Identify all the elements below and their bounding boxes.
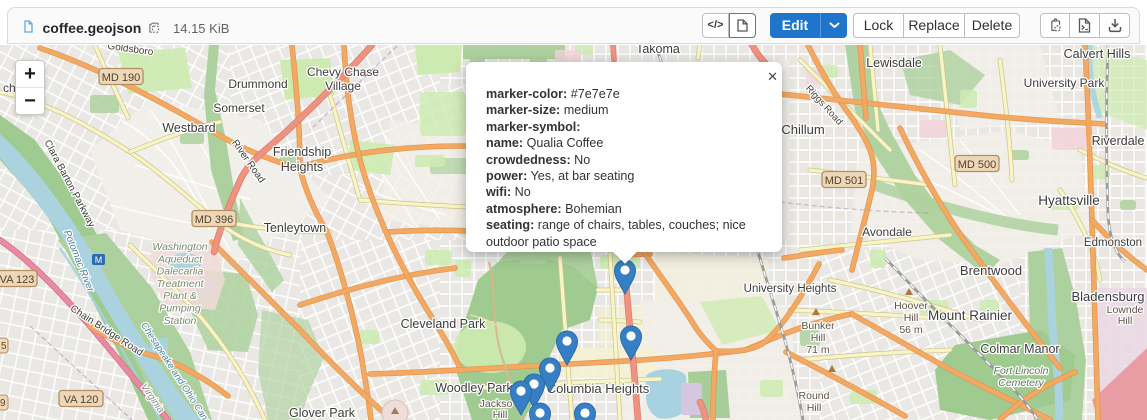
svg-text:Station: Station [164,315,197,327]
svg-text:Hyattsville: Hyattsville [1038,193,1100,208]
svg-text:Brentwood: Brentwood [960,263,1022,278]
svg-text:Friendship: Friendship [273,145,331,159]
svg-text:Colmar Manor: Colmar Manor [980,342,1059,356]
svg-text:Round: Round [799,390,830,402]
svg-text:Takoma: Takoma [636,45,680,56]
svg-text:Treatment: Treatment [156,278,204,290]
svg-text:Pumping: Pumping [159,303,201,315]
svg-text:Hill: Hill [807,402,822,414]
svg-text:VA 120: VA 120 [64,394,99,406]
svg-text:MD 501: MD 501 [825,175,864,187]
svg-text:Hill: Hill [904,312,919,324]
svg-text:Hill: Hill [811,332,826,344]
svg-text:Hoover: Hoover [894,300,928,312]
svg-text:71 m: 71 m [806,344,830,356]
svg-text:Hill: Hill [1118,315,1133,327]
svg-text:Hill: Hill [493,409,508,420]
svg-text:Cemetery: Cemetery [998,377,1044,389]
svg-text:Plant &: Plant & [163,290,197,302]
svg-text:University Heights: University Heights [744,283,837,295]
svg-text:Glover Park: Glover Park [289,406,356,420]
svg-text:Bunker: Bunker [801,320,835,332]
svg-text:Fort Lincoln: Fort Lincoln [994,365,1049,377]
svg-text:Cleveland Park: Cleveland Park [401,317,487,331]
svg-text:5: 5 [1,341,7,352]
svg-text:Avondale: Avondale [862,225,912,239]
svg-text:56 m: 56 m [899,324,923,336]
svg-text:Heights: Heights [281,160,323,174]
svg-text:Aqueduct: Aqueduct [157,253,203,265]
svg-text:Dalecarlia: Dalecarlia [157,266,204,278]
svg-text:ch: ch [3,81,16,95]
svg-text:M: M [95,255,103,265]
svg-text:MD 190: MD 190 [102,72,141,84]
svg-text:Westbard: Westbard [162,121,215,135]
svg-text:Mount Rainier: Mount Rainier [928,308,1013,323]
svg-text:Chillum: Chillum [781,122,824,137]
svg-text:Drummond: Drummond [228,77,287,91]
svg-text:Bladensburg: Bladensburg [1072,289,1145,304]
svg-text:Riverdale: Riverdale [1092,134,1145,148]
svg-text:Woodley Park: Woodley Park [435,381,513,395]
svg-text:University Park: University Park [1024,76,1106,90]
svg-text:Washington: Washington [152,241,207,253]
svg-text:Calvert Hills: Calvert Hills [1064,47,1131,61]
svg-text:MD 396: MD 396 [195,214,234,226]
svg-text:Lewisdale: Lewisdale [866,56,922,70]
svg-text:VA 123: VA 123 [0,274,34,286]
svg-text:MD 500: MD 500 [958,159,997,171]
svg-text:Chevy Chase: Chevy Chase [307,65,379,79]
svg-text:Edmonston: Edmonston [1084,237,1142,249]
svg-text:Somerset: Somerset [213,101,265,115]
svg-text:Tenleytown: Tenleytown [264,221,327,235]
svg-text:Columbia Heights: Columbia Heights [547,381,650,396]
svg-text:9: 9 [0,398,6,409]
